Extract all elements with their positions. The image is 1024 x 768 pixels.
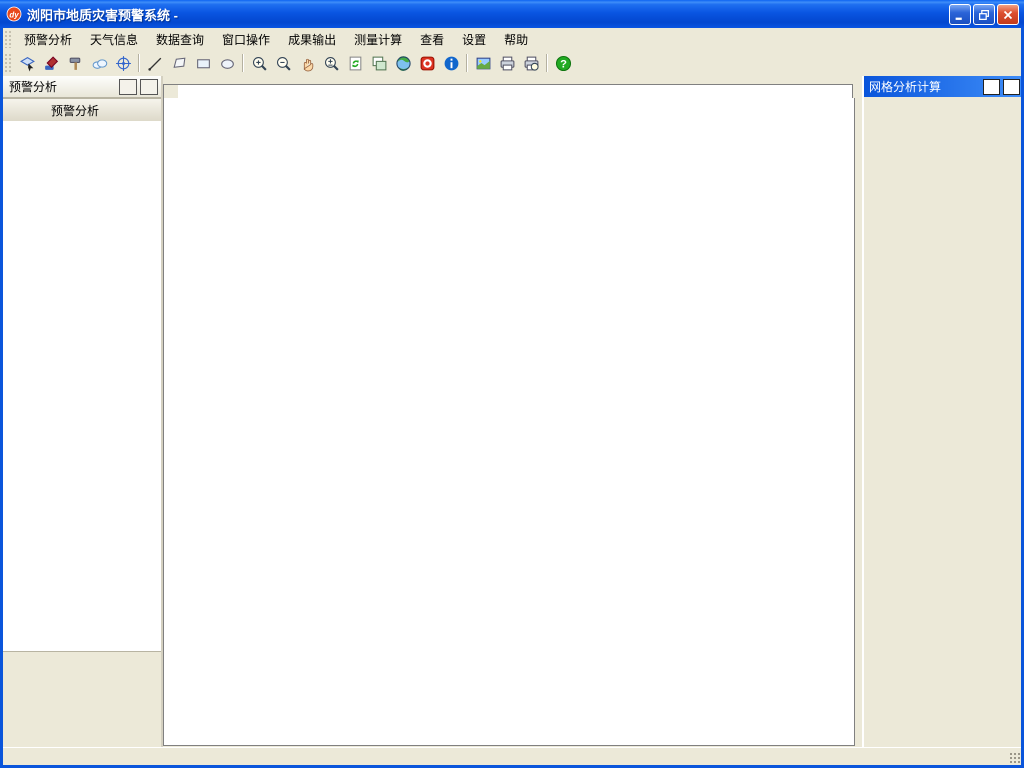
- left-panel: 预警分析 预警分析: [3, 76, 163, 747]
- toolbar: ?: [0, 50, 1024, 77]
- toolbar-separator: [138, 54, 140, 72]
- app-logo-icon: dy: [6, 6, 22, 22]
- close-button[interactable]: [997, 4, 1019, 25]
- line-icon: [147, 55, 164, 72]
- menu-item-3[interactable]: 窗口操作: [213, 29, 279, 50]
- toolbar-button-print[interactable]: [496, 52, 519, 75]
- right-panel-pin-button[interactable]: [983, 78, 1000, 95]
- toolbar-button-copy-window[interactable]: [368, 52, 391, 75]
- print-preview-icon: [523, 55, 540, 72]
- menu-item-1[interactable]: 天气信息: [81, 29, 147, 50]
- toolbar-button-ellipse[interactable]: [216, 52, 239, 75]
- toolbar-separator: [242, 54, 244, 72]
- toolbar-grip[interactable]: [4, 52, 11, 74]
- globe-icon: [395, 55, 412, 72]
- copy-window-icon: [371, 55, 388, 72]
- menu-item-8[interactable]: 帮助: [495, 29, 537, 50]
- close-w-icon: [1001, 8, 1015, 22]
- polygon-icon: [171, 55, 188, 72]
- toolbar-button-info[interactable]: [440, 52, 463, 75]
- ellipse-icon: [219, 55, 236, 72]
- toolbar-button-print-preview[interactable]: [520, 52, 543, 75]
- menu-item-5[interactable]: 测量计算: [345, 29, 411, 50]
- toolbar-button-rectangle[interactable]: [192, 52, 215, 75]
- menu-grip[interactable]: [4, 30, 11, 48]
- hammer-icon: [67, 55, 84, 72]
- toolbar-button-stop[interactable]: [416, 52, 439, 75]
- minimize-button[interactable]: [949, 4, 971, 25]
- svg-text:dy: dy: [9, 10, 19, 19]
- help-icon: ?: [555, 55, 572, 72]
- toolbar-button-zoom-out[interactable]: [272, 52, 295, 75]
- window-title: 浏阳市地质灾害预警系统 -: [27, 7, 178, 23]
- menu-item-6[interactable]: 查看: [411, 29, 453, 50]
- zoom-in-icon: [251, 55, 268, 72]
- map-canvas[interactable]: [178, 98, 855, 746]
- toolbar-button-map-image[interactable]: [472, 52, 495, 75]
- pan-icon: [299, 55, 316, 72]
- rectangle-icon: [195, 55, 212, 72]
- window-controls: [949, 4, 1019, 25]
- left-panel-body: [3, 121, 161, 652]
- left-panel-pin-button[interactable]: [119, 78, 137, 95]
- map-region: [163, 76, 862, 747]
- cloud-icon: [91, 55, 108, 72]
- right-panel: 网格分析计算: [862, 76, 1023, 747]
- toolbar-button-zoom-extent[interactable]: [320, 52, 343, 75]
- minimize-icon: [953, 8, 967, 22]
- restore-button[interactable]: [973, 4, 995, 25]
- toolbar-button-pan[interactable]: [296, 52, 319, 75]
- left-panel-header[interactable]: 预警分析: [3, 98, 161, 123]
- left-panel-title: 预警分析: [9, 80, 58, 94]
- toolbar-button-line[interactable]: [144, 52, 167, 75]
- left-panel-close-button[interactable]: [140, 78, 158, 95]
- menu-item-0[interactable]: 预警分析: [15, 29, 81, 50]
- toolbar-separator: [466, 54, 468, 72]
- toolbar-button-refresh[interactable]: [344, 52, 367, 75]
- zoom-out-icon: [275, 55, 292, 72]
- app-window: dy 浏阳市地质灾害预警系统 - 预警分析 天气信息 数据查询 窗口操作 成果输出 测量计…: [0, 0, 1024, 768]
- resize-grip[interactable]: [1009, 752, 1021, 764]
- toolbar-button-hammer[interactable]: [64, 52, 87, 75]
- toolbar-button-help[interactable]: ?: [552, 52, 575, 75]
- stop-icon: [419, 55, 436, 72]
- status-bar: [0, 747, 1024, 766]
- paint-icon: [43, 55, 60, 72]
- right-panel-title: 网格分析计算: [869, 80, 942, 94]
- right-panel-close-button[interactable]: [1003, 78, 1020, 95]
- menu-item-2[interactable]: 数据查询: [147, 29, 213, 50]
- window-left-border: [0, 28, 3, 765]
- toolbar-button-select-region[interactable]: [16, 52, 39, 75]
- logo-icon: dy: [6, 6, 22, 22]
- toolbar-separator: [546, 54, 548, 72]
- toolbar-button-cloud[interactable]: [88, 52, 111, 75]
- right-panel-title-bar: 网格分析计算: [864, 76, 1023, 97]
- toolbar-button-globe[interactable]: [392, 52, 415, 75]
- left-panel-header-label: 预警分析: [50, 104, 99, 118]
- menu-item-4[interactable]: 成果输出: [279, 29, 345, 50]
- svg-text:?: ?: [560, 58, 567, 70]
- menu-item-7[interactable]: 设置: [453, 29, 495, 50]
- menu-bar: 预警分析 天气信息 数据查询 窗口操作 成果输出 测量计算 查看 设置 帮助: [0, 28, 1024, 51]
- title-bar: dy 浏阳市地质灾害预警系统 -: [0, 0, 1024, 28]
- map-image-icon: [475, 55, 492, 72]
- center-icon: [115, 55, 132, 72]
- select-region-icon: [19, 55, 36, 72]
- restore-icon: [977, 8, 991, 22]
- toolbar-button-center[interactable]: [112, 52, 135, 75]
- refresh-icon: [347, 55, 364, 72]
- zoom-extent-icon: [323, 55, 340, 72]
- toolbar-button-polygon[interactable]: [168, 52, 191, 75]
- toolbar-button-paint[interactable]: [40, 52, 63, 75]
- print-icon: [499, 55, 516, 72]
- info-icon: [443, 55, 460, 72]
- toolbar-button-zoom-in[interactable]: [248, 52, 271, 75]
- left-panel-title-bar: 预警分析: [3, 76, 161, 98]
